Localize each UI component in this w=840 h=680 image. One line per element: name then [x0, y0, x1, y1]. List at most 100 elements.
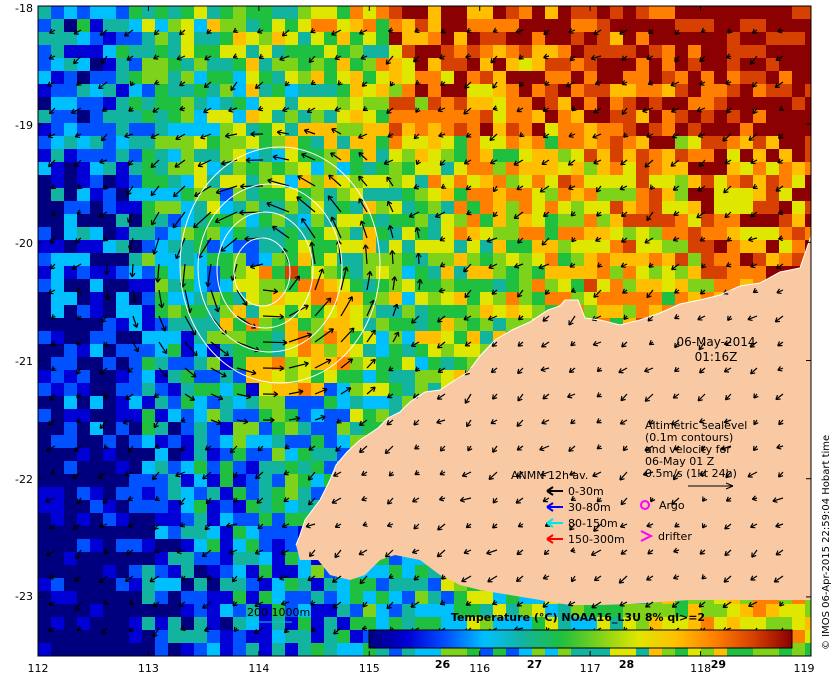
sst-pixel	[129, 578, 143, 592]
sst-pixel	[779, 123, 793, 137]
sst-pixel	[740, 266, 754, 280]
sst-pixel	[285, 487, 299, 501]
sst-pixel	[402, 266, 416, 280]
sst-pixel	[337, 591, 351, 605]
sst-pixel	[38, 435, 52, 449]
sst-pixel	[181, 58, 195, 72]
sst-pixel	[311, 435, 325, 449]
sst-pixel	[792, 617, 806, 631]
sst-pixel	[701, 6, 715, 20]
sst-pixel	[480, 591, 494, 605]
sst-pixel	[233, 565, 247, 579]
sst-pixel	[181, 487, 195, 501]
sst-pixel	[558, 136, 572, 150]
sst-pixel	[636, 253, 650, 267]
sst-pixel	[597, 84, 611, 98]
sst-pixel	[298, 6, 312, 20]
sst-pixel	[194, 45, 208, 59]
sst-pixel	[142, 292, 156, 306]
sst-pixel	[675, 45, 689, 59]
sst-pixel	[298, 344, 312, 358]
sst-pixel	[64, 292, 78, 306]
sst-pixel	[168, 357, 182, 371]
sst-pixel	[220, 409, 234, 423]
sst-pixel	[272, 643, 286, 656]
sst-pixel	[389, 604, 403, 618]
argo-label: Argo	[659, 499, 685, 512]
sst-pixel	[207, 526, 221, 540]
sst-pixel	[51, 32, 65, 46]
sst-pixel	[688, 253, 702, 267]
sst-pixel	[558, 19, 572, 33]
sst-pixel	[649, 240, 663, 254]
sst-pixel	[571, 266, 585, 280]
sst-pixel	[324, 396, 338, 410]
credit-text: © IMOS 06-Apr-2015 22:59:04 Hobart time	[821, 435, 832, 650]
sst-pixel	[51, 58, 65, 72]
sst-pixel	[77, 344, 91, 358]
sst-pixel	[805, 71, 811, 85]
sst-pixel	[389, 214, 403, 228]
sst-pixel	[298, 422, 312, 436]
sst-pixel	[389, 45, 403, 59]
sst-pixel	[363, 97, 377, 111]
sst-pixel	[181, 175, 195, 189]
sst-pixel	[467, 227, 481, 241]
sst-pixel	[207, 162, 221, 176]
sst-pixel	[428, 58, 442, 72]
sst-pixel	[480, 279, 494, 293]
sst-pixel	[428, 45, 442, 59]
sst-pixel	[272, 630, 286, 644]
sst-pixel	[38, 279, 52, 293]
sst-pixel	[311, 110, 325, 124]
sst-pixel	[194, 19, 208, 33]
sst-pixel	[90, 617, 104, 631]
sst-pixel	[324, 19, 338, 33]
sst-pixel	[103, 448, 117, 462]
sst-pixel	[298, 253, 312, 267]
sst-pixel	[376, 370, 390, 384]
sst-pixel	[493, 201, 507, 215]
sst-pixel	[298, 162, 312, 176]
sst-pixel	[441, 331, 455, 345]
sst-pixel	[233, 71, 247, 85]
sst-pixel	[220, 253, 234, 267]
sst-pixel	[116, 643, 130, 656]
sst-pixel	[415, 604, 429, 618]
sst-pixel	[571, 149, 585, 163]
sst-pixel	[90, 643, 104, 656]
colorbar-bar	[368, 629, 793, 649]
sst-pixel	[623, 32, 637, 46]
sst-pixel	[545, 19, 559, 33]
sst-pixel	[428, 162, 442, 176]
sst-pixel	[415, 266, 429, 280]
sst-pixel	[571, 6, 585, 20]
sst-pixel	[129, 45, 143, 59]
sst-pixel	[129, 474, 143, 488]
sst-pixel	[597, 58, 611, 72]
sst-pixel	[51, 344, 65, 358]
sst-pixel	[129, 97, 143, 111]
sst-pixel	[727, 136, 741, 150]
sst-pixel	[233, 19, 247, 33]
sst-pixel	[636, 71, 650, 85]
sst-pixel	[129, 19, 143, 33]
sst-pixel	[727, 123, 741, 137]
sst-pixel	[116, 84, 130, 98]
sst-pixel	[142, 84, 156, 98]
sst-pixel	[272, 370, 286, 384]
sst-pixel	[337, 32, 351, 46]
sst-pixel	[350, 58, 364, 72]
sst-pixel	[233, 422, 247, 436]
sst-pixel	[636, 32, 650, 46]
sst-pixel	[376, 188, 390, 202]
sst-pixel	[402, 97, 416, 111]
sst-pixel	[454, 227, 468, 241]
sst-pixel	[584, 305, 598, 319]
sst-pixel	[38, 539, 52, 553]
sst-pixel	[207, 331, 221, 345]
sst-pixel	[402, 123, 416, 137]
sst-pixel	[454, 214, 468, 228]
sst-pixel	[207, 97, 221, 111]
sst-pixel	[207, 461, 221, 475]
